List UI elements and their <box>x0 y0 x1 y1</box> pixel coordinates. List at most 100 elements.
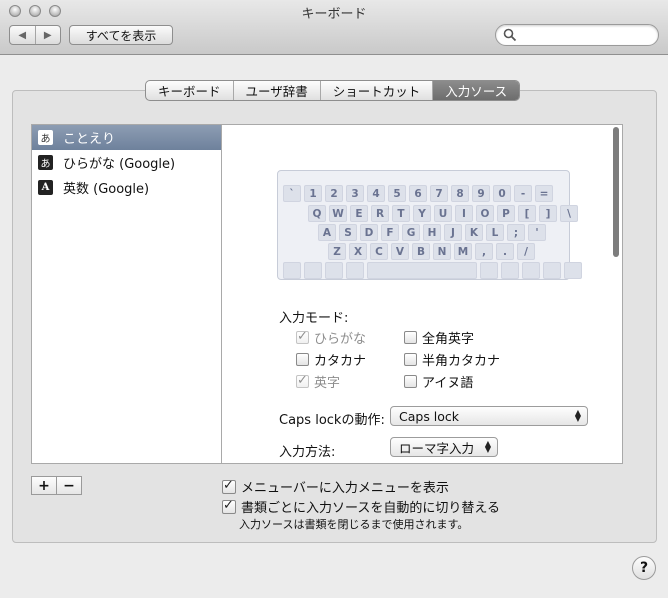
key: T <box>392 205 410 222</box>
key: 9 <box>472 185 490 202</box>
key: 4 <box>367 185 385 202</box>
input-method-popup[interactable]: ローマ字入力 ▲ ▼ <box>390 437 498 457</box>
checkbox-label: 英字 <box>314 376 341 391</box>
input-method-label: 入力方法: <box>279 445 336 460</box>
checkbox-label: 半角カタカナ <box>422 354 501 369</box>
input-source-list[interactable]: あ ことえり あ ひらがな (Google) A 英数 (Google) <box>31 124 221 464</box>
key: N <box>433 243 451 260</box>
key: 0 <box>493 185 511 202</box>
key: D <box>360 224 378 241</box>
key: ` <box>283 185 301 202</box>
key-blank <box>304 262 322 279</box>
key: E <box>350 205 368 222</box>
checkbox[interactable] <box>404 331 417 344</box>
checkbox[interactable] <box>404 353 417 366</box>
key: 7 <box>430 185 448 202</box>
add-source-button[interactable]: + <box>32 477 57 494</box>
mode-hankaku-katakana[interactable]: 半角カタカナ <box>404 350 500 369</box>
key: 1 <box>304 185 322 202</box>
up-down-arrows-icon: ▲ ▼ <box>574 408 581 423</box>
keyboard-row: Z X C V B N M,. / <box>328 243 535 260</box>
tab-keyboard[interactable]: キーボード <box>146 81 234 100</box>
key: H <box>423 224 441 241</box>
checkbox[interactable] <box>404 375 417 388</box>
key: R <box>371 205 389 222</box>
tab-user-dictionary[interactable]: ユーザ辞書 <box>234 81 321 100</box>
key: = <box>535 185 553 202</box>
checkbox-label: 書類ごとに入力ソースを自動的に切り替える <box>241 501 500 516</box>
key: P <box>497 205 515 222</box>
key: K <box>465 224 483 241</box>
show-input-menu-option[interactable]: メニューバーに入力メニューを表示 <box>222 477 449 496</box>
input-mode-label: 入力モード: <box>279 311 349 326</box>
key: V <box>391 243 409 260</box>
show-all-button[interactable]: すべてを表示 <box>69 25 173 45</box>
checkbox-label: カタカナ <box>314 354 367 369</box>
mode-ainu[interactable]: アイヌ語 <box>404 372 473 391</box>
checkbox[interactable] <box>296 329 309 344</box>
list-item-hiragana-google[interactable]: あ ひらがな (Google) <box>32 150 221 175</box>
search-icon <box>503 28 517 42</box>
popup-value: ローマ字入力 <box>399 440 475 456</box>
key: ] <box>539 205 557 222</box>
auto-switch-note: 入力ソースは書類を閉じるまで使用されます。 <box>239 518 469 531</box>
mode-hiragana[interactable]: ひらがな <box>296 328 366 347</box>
key: , <box>475 243 493 260</box>
key: B <box>412 243 430 260</box>
caps-lock-label: Caps lockの動作: <box>279 413 385 428</box>
source-label: ことえり <box>63 132 116 147</box>
key-blank <box>480 262 498 279</box>
mode-eiji[interactable]: 英字 <box>296 372 340 391</box>
key-space <box>367 262 477 279</box>
key: 5 <box>388 185 406 202</box>
key-blank <box>325 262 343 279</box>
keyboard-row: A S D F G H J K L; ' <box>318 224 546 241</box>
checkbox[interactable] <box>222 478 236 494</box>
key-blank <box>283 262 301 279</box>
search-field[interactable] <box>495 24 659 46</box>
list-item-eisu-google[interactable]: A 英数 (Google) <box>32 175 221 200</box>
key: S <box>339 224 357 241</box>
vertical-scrollbar[interactable] <box>613 127 619 257</box>
key: L <box>486 224 504 241</box>
key: M <box>454 243 472 260</box>
key: A <box>318 224 336 241</box>
tab-shortcuts[interactable]: ショートカット <box>321 81 434 100</box>
key: 6 <box>409 185 427 202</box>
mode-katakana[interactable]: カタカナ <box>296 350 366 369</box>
remove-source-button[interactable]: − <box>57 477 81 494</box>
tab-bar: キーボード ユーザ辞書 ショートカット 入力ソース <box>145 80 521 101</box>
source-label: ひらがな (Google) <box>63 157 176 172</box>
back-button[interactable]: ◀ <box>10 26 36 44</box>
keyboard-preview: ` 1 2 3 4 5 6 7 8 9 0- = Q W E R T Y U I O P[] \ A S D F G H J K L; ' … <box>277 170 582 280</box>
key: Q <box>308 205 326 222</box>
key: X <box>349 243 367 260</box>
key: ' <box>528 224 546 241</box>
mode-zenkaku-eiji[interactable]: 全角英字 <box>404 328 474 347</box>
popup-value: Caps lock <box>399 408 460 424</box>
list-buttons: + − <box>31 476 82 495</box>
checkbox[interactable] <box>296 373 309 388</box>
key: Y <box>413 205 431 222</box>
key: F <box>381 224 399 241</box>
list-item-kotoeri[interactable]: あ ことえり <box>32 125 221 150</box>
help-button[interactable]: ? <box>632 556 656 580</box>
search-input[interactable] <box>520 27 650 43</box>
hiragana-a-icon: あ <box>38 130 53 145</box>
key-blank <box>564 262 582 279</box>
key: / <box>517 243 535 260</box>
key: ; <box>507 224 525 241</box>
checkbox-label: ひらがな <box>314 332 367 347</box>
checkbox[interactable] <box>296 353 309 366</box>
caps-lock-popup[interactable]: Caps lock ▲ ▼ <box>390 406 588 426</box>
checkbox[interactable] <box>222 498 236 514</box>
key-blank <box>346 262 364 279</box>
forward-button[interactable]: ▶ <box>36 26 61 44</box>
key: C <box>370 243 388 260</box>
key-blank <box>543 262 561 279</box>
checkbox-label: メニューバーに入力メニューを表示 <box>241 481 449 496</box>
auto-switch-option[interactable]: 書類ごとに入力ソースを自動的に切り替える <box>222 497 500 516</box>
key: [ <box>518 205 536 222</box>
tab-input-sources[interactable]: 入力ソース <box>433 81 520 100</box>
key-blank <box>501 262 519 279</box>
